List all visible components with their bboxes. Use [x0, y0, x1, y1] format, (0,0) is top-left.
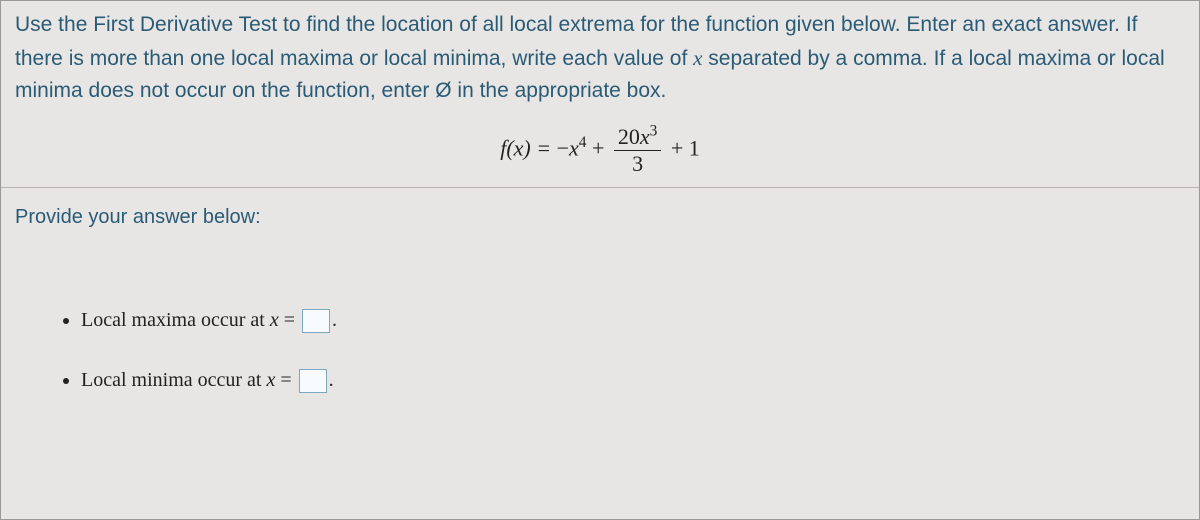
- frac-den: 3: [614, 151, 661, 177]
- minima-label: Local minima occur at: [81, 369, 266, 391]
- maxima-period: .: [332, 309, 337, 331]
- instruction-text-4: minima does not occur on the function, e…: [15, 79, 666, 102]
- answer-prompt: Provide your answer below:: [1, 188, 1199, 229]
- formula-plus1: +: [586, 135, 609, 160]
- instruction-text-1: Use the First Derivative Test to find th…: [15, 13, 1138, 36]
- maxima-x: x: [270, 309, 279, 331]
- instruction-text-2: there is more than one local maxima or l…: [15, 47, 693, 70]
- local-minima-item: Local minima occur at x = .: [81, 369, 1199, 393]
- frac-num-coeff: 20: [618, 124, 640, 149]
- frac-num-var: x: [640, 124, 650, 149]
- instruction-text-3: separated by a comma. If a local maxima …: [702, 47, 1164, 70]
- formula-plus2: + 1: [665, 135, 699, 160]
- frac-num-exp: 3: [650, 122, 658, 139]
- formula-neg: −: [557, 135, 569, 160]
- formula-x4: x: [569, 135, 579, 160]
- minima-eq: =: [275, 369, 296, 391]
- maxima-eq: =: [279, 309, 300, 331]
- formula-fraction: 20x3 3: [614, 124, 661, 177]
- local-maxima-item: Local maxima occur at x = .: [81, 309, 1199, 333]
- formula-lhs: f(x) =: [500, 135, 556, 160]
- maxima-input[interactable]: [302, 309, 330, 333]
- minima-period: .: [329, 369, 334, 391]
- function-formula: f(x) = −x4 + 20x33 + 1: [15, 124, 1185, 177]
- question-instructions: Use the First Derivative Test to find th…: [15, 9, 1185, 108]
- answer-list: Local maxima occur at x = . Local minima…: [1, 249, 1199, 394]
- maxima-label: Local maxima occur at: [81, 309, 270, 331]
- minima-input[interactable]: [299, 369, 327, 393]
